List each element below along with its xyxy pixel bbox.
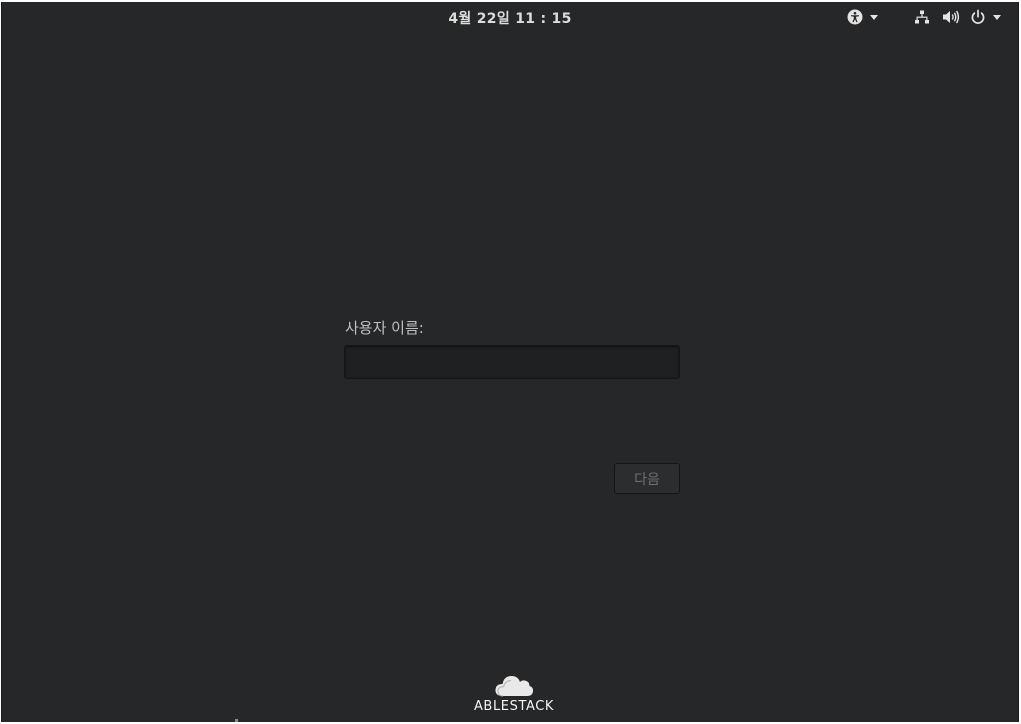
volume-indicator[interactable] — [942, 8, 960, 26]
brand-logo: ABLESTACK — [460, 672, 568, 714]
cloud-logo-icon — [460, 672, 568, 698]
power-icon — [970, 9, 986, 25]
brand-name: ABLESTACK — [473, 699, 555, 714]
next-button[interactable]: 다음 — [614, 463, 680, 494]
top-bar: 4월 22일 11 : 15 — [2, 2, 1018, 32]
volume-icon — [942, 9, 960, 25]
accessibility-menu[interactable] — [847, 8, 878, 26]
chevron-down-icon — [993, 14, 1001, 20]
network-wired-icon — [914, 9, 930, 25]
login-screen: 4월 22일 11 : 15 사용자 이름: 다음 ABLESTACK — [1, 2, 1019, 722]
username-label: 사용자 이름: — [345, 319, 424, 337]
network-indicator[interactable] — [914, 8, 930, 26]
accessibility-icon — [847, 9, 863, 25]
chevron-down-icon — [870, 14, 878, 20]
mouse-pointer — [235, 719, 238, 722]
power-menu[interactable] — [970, 8, 1001, 26]
username-input[interactable] — [344, 345, 680, 379]
